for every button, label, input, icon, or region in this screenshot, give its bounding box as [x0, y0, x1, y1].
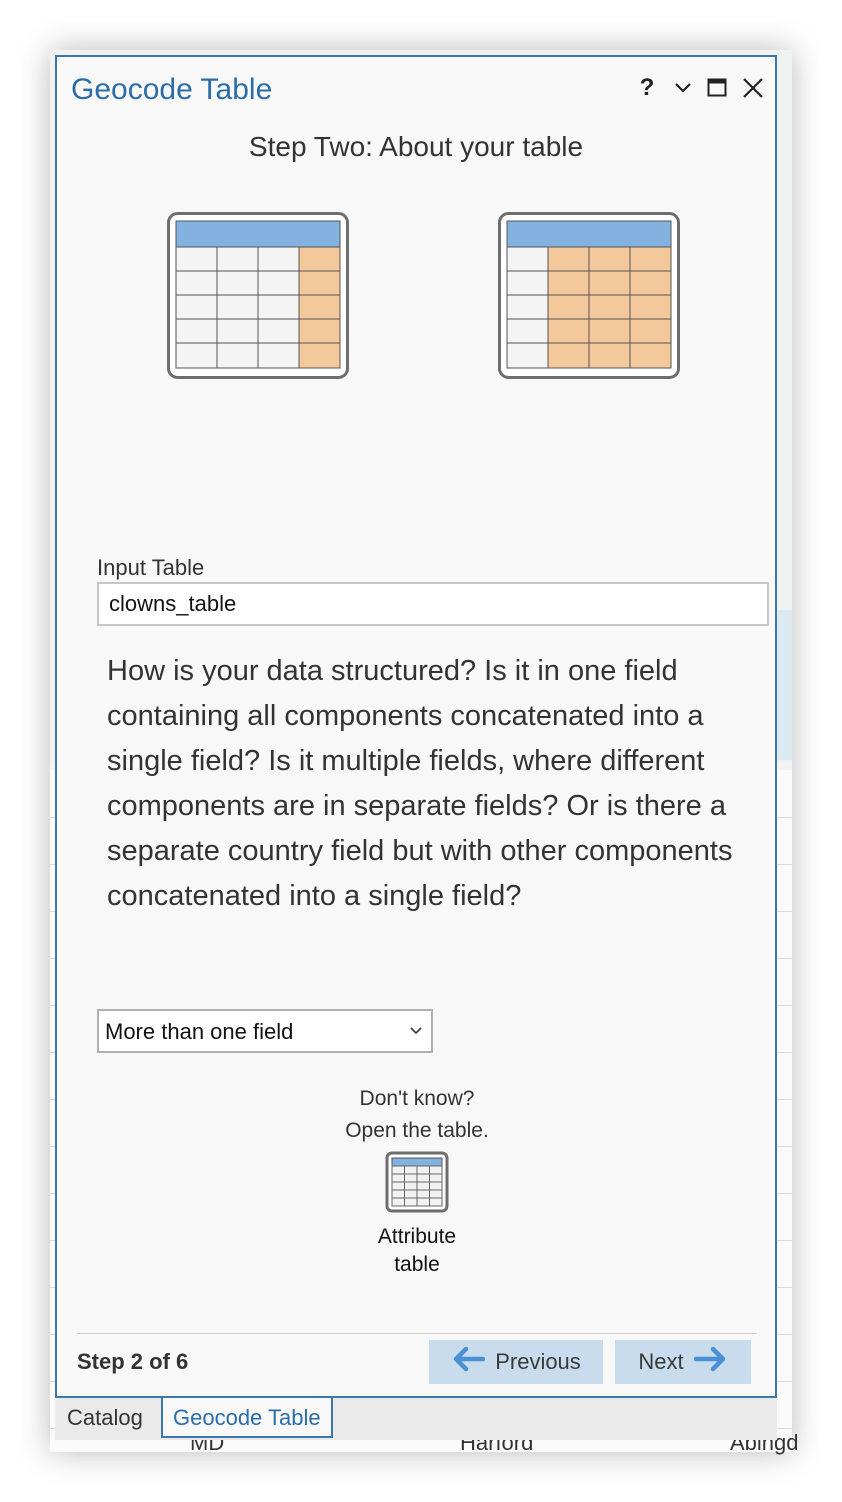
help-button[interactable]: ? [631, 71, 663, 105]
next-button[interactable]: Next [615, 1340, 751, 1384]
close-icon[interactable] [737, 71, 769, 105]
attribute-table-icon[interactable] [385, 1151, 449, 1215]
help-hint-line1: Don't know? [359, 1087, 475, 1110]
next-button-label: Next [638, 1349, 684, 1374]
previous-button-label: Previous [495, 1349, 581, 1374]
structure-question: How is your data structured? Is it in on… [107, 655, 733, 912]
maximize-icon[interactable] [701, 71, 733, 105]
tab-catalog[interactable]: Catalog [57, 1398, 153, 1438]
arrow-left-icon [451, 1346, 486, 1378]
chevron-down-icon [409, 1023, 423, 1041]
input-table-field[interactable]: clowns_table [97, 582, 769, 626]
input-table-label: Input Table [97, 555, 205, 580]
multiple-fields-table-illustration [498, 212, 680, 385]
step-heading: Step Two: About your table [248, 131, 584, 162]
arrow-right-icon [693, 1346, 728, 1378]
tab-geocode-table[interactable]: Geocode Table [161, 1398, 333, 1438]
chevron-down-icon[interactable] [667, 71, 699, 105]
step-indicator: Step 2 of 6 [77, 1349, 189, 1374]
attribute-table-label-line1: Attribute [377, 1225, 457, 1248]
geocode-table-pane: Geocode Table ? Step Two: About your tab… [55, 55, 777, 1398]
structure-dropdown[interactable]: More than one field [97, 1009, 433, 1053]
pane-title: Geocode Table [71, 73, 273, 106]
structure-dropdown-value: More than one field [105, 1019, 294, 1044]
attribute-table-label[interactable]: Attribute table [317, 1223, 517, 1279]
dock-tabs: Catalog Geocode Table [55, 1398, 777, 1440]
one-field-table-illustration [167, 212, 349, 385]
previous-button[interactable]: Previous [429, 1340, 603, 1384]
help-hint-line2: Open the table. [345, 1119, 489, 1142]
attribute-table-label-line2: table [394, 1253, 440, 1276]
footer-divider [77, 1333, 757, 1334]
help-hint: Don't know? Open the table. [267, 1083, 567, 1147]
